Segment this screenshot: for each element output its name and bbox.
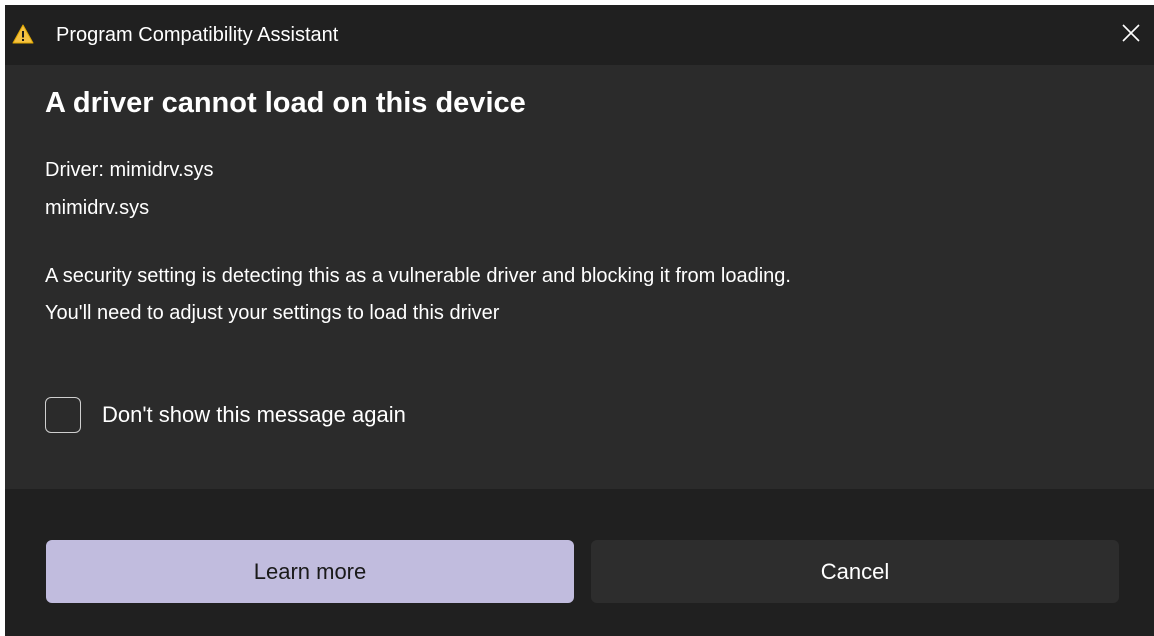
- warning-icon: [12, 24, 34, 44]
- dont-show-again-checkbox-row[interactable]: Don't show this message again: [45, 397, 406, 433]
- window-title: Program Compatibility Assistant: [56, 24, 339, 46]
- dialog-window: Program Compatibility Assistant A driver…: [5, 5, 1154, 636]
- message-line-1: A security setting is detecting this as …: [45, 265, 791, 287]
- dont-show-again-label[interactable]: Don't show this message again: [102, 402, 406, 428]
- learn-more-button[interactable]: Learn more: [46, 540, 574, 603]
- driver-file: mimidrv.sys: [45, 197, 150, 219]
- dialog-content: A driver cannot load on this device Driv…: [5, 65, 1154, 489]
- close-button[interactable]: [1108, 5, 1154, 65]
- message-line-2: You'll need to adjust your settings to l…: [45, 302, 500, 324]
- driver-label: Driver: mimidrv.sys: [45, 159, 214, 181]
- close-icon: [1122, 23, 1140, 47]
- cancel-button[interactable]: Cancel: [591, 540, 1119, 603]
- dialog-footer: Learn more Cancel: [5, 489, 1154, 636]
- title-bar: Program Compatibility Assistant: [5, 5, 1154, 65]
- dont-show-again-checkbox[interactable]: [45, 397, 81, 433]
- dialog-heading: A driver cannot load on this device: [45, 87, 526, 119]
